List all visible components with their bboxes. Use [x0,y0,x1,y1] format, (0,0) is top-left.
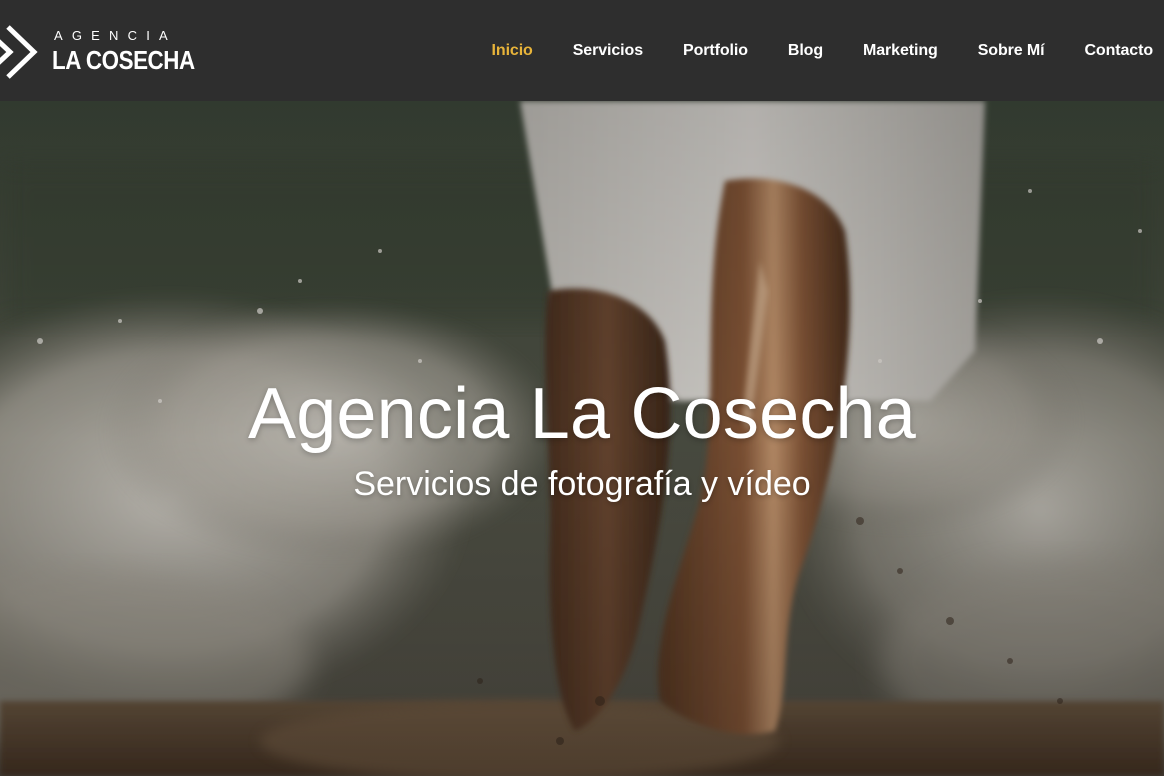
brand-logo[interactable]: AGENCIA LA COSECHA [0,0,218,101]
nav-item-sobre-mi[interactable]: Sobre Mí [978,42,1045,60]
brand-bottom-text: LA COSECHA [52,44,195,75]
brand-top-text: AGENCIA [54,27,177,43]
hero-title: Agencia La Cosecha [247,374,917,454]
main-nav: Inicio Servicios Portfolio Blog Marketin… [492,0,1164,101]
hero-content: Agencia La Cosecha Servicios de fotograf… [0,369,1164,506]
hero-subtitle: Servicios de fotografía y vídeo [353,465,811,503]
nav-item-blog[interactable]: Blog [788,42,823,60]
nav-item-inicio[interactable]: Inicio [492,42,533,60]
brand-wordmark: AGENCIA LA COSECHA [52,28,218,74]
nav-item-servicios[interactable]: Servicios [573,42,643,60]
site-header: AGENCIA LA COSECHA Inicio Servicios Port… [0,0,1164,101]
nav-item-contacto[interactable]: Contacto [1084,42,1153,60]
nav-item-portfolio[interactable]: Portfolio [683,42,748,60]
hero-section: Agencia La Cosecha Servicios de fotograf… [0,101,1164,776]
double-chevron-logo-icon [0,24,38,79]
nav-item-marketing[interactable]: Marketing [863,42,938,60]
